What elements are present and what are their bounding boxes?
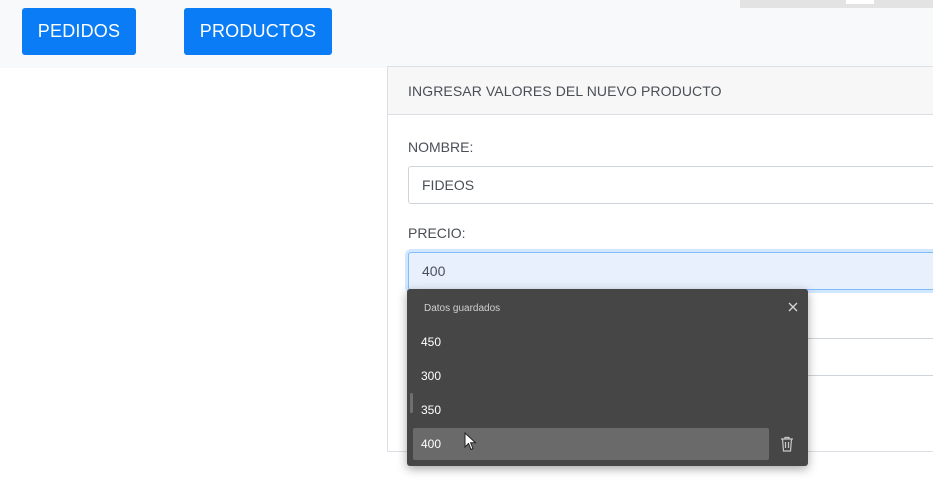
card-header: INGRESAR VALORES DEL NUEVO PRODUCTO [388,67,933,115]
autocomplete-item[interactable]: 450 [413,326,769,358]
pedidos-button[interactable]: PEDIDOS [22,8,136,55]
autocomplete-item[interactable]: 350 [413,394,769,426]
precio-input[interactable]: 400 [408,252,933,290]
nombre-label: NOMBRE: [408,139,474,155]
close-icon[interactable] [785,299,801,315]
autocomplete-item[interactable]: 300 [413,360,769,392]
trash-icon[interactable] [779,435,795,453]
top-bar [0,0,933,68]
productos-button[interactable]: PRODUCTOS [184,8,332,55]
window-corner-bar [740,0,933,8]
precio-label: PRECIO: [408,225,466,241]
autocomplete-title: Datos guardados [424,303,501,314]
nombre-input[interactable]: FIDEOS [408,166,933,204]
mouse-cursor [464,432,477,451]
